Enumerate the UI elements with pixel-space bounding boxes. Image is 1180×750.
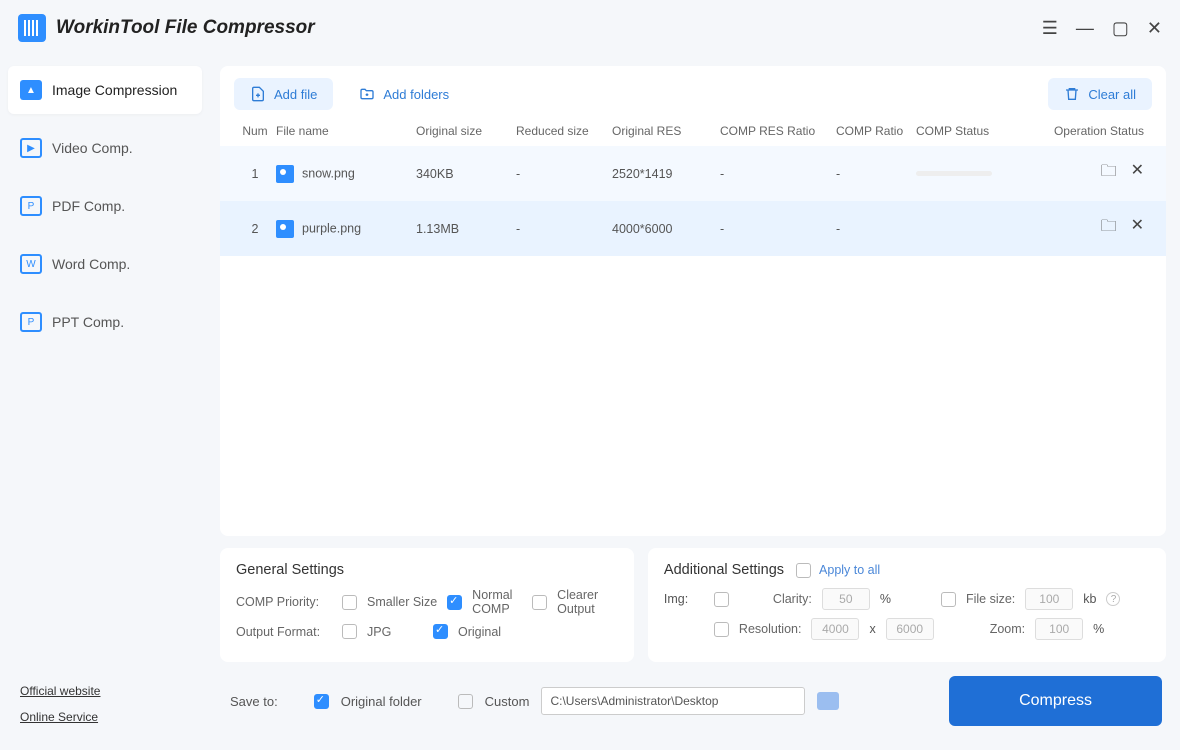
zoom-input[interactable] xyxy=(1035,618,1083,640)
sidebar-item-video-comp[interactable]: ▶ Video Comp. xyxy=(8,124,202,172)
open-folder-icon[interactable]: 🗀 xyxy=(1101,160,1117,187)
add-file-button[interactable]: Add file xyxy=(234,78,333,110)
remove-row-icon[interactable]: ✕ xyxy=(1131,160,1144,187)
save-path-input[interactable] xyxy=(541,687,805,715)
add-folders-button[interactable]: Add folders xyxy=(343,78,465,110)
table-row[interactable]: 1 snow.png 340KB - 2520*1419 - - 🗀✕ xyxy=(220,146,1166,201)
open-folder-icon[interactable]: 🗀 xyxy=(1101,215,1117,242)
add-file-icon xyxy=(250,86,266,102)
help-icon[interactable]: ? xyxy=(1106,592,1120,606)
maximize-icon[interactable]: ▢ xyxy=(1112,18,1129,39)
sidebar-item-ppt-comp[interactable]: P PPT Comp. xyxy=(8,298,202,346)
sidebar-item-label: PDF Comp. xyxy=(52,198,125,214)
remove-row-icon[interactable]: ✕ xyxy=(1131,215,1144,242)
window-controls: ☰ — ▢ ✕ xyxy=(1042,18,1162,39)
sidebar-item-label: Image Compression xyxy=(52,82,177,98)
browse-folder-icon[interactable] xyxy=(817,692,839,710)
video-icon: ▶ xyxy=(20,138,42,158)
filesize-checkbox[interactable] xyxy=(941,592,956,607)
sidebar-item-label: Video Comp. xyxy=(52,140,133,156)
sidebar-item-word-comp[interactable]: W Word Comp. xyxy=(8,240,202,288)
clearer-output-checkbox[interactable] xyxy=(532,595,547,610)
image-file-icon xyxy=(276,165,294,183)
image-file-icon xyxy=(276,220,294,238)
online-service-link[interactable]: Online Service xyxy=(20,710,190,724)
sidebar-item-image-compression[interactable]: ▲ Image Compression xyxy=(8,66,202,114)
clarity-input[interactable] xyxy=(822,588,870,610)
clear-all-button[interactable]: Clear all xyxy=(1048,78,1152,110)
compress-button[interactable]: Compress xyxy=(949,676,1162,726)
smaller-size-checkbox[interactable] xyxy=(342,595,357,610)
image-icon: ▲ xyxy=(20,80,42,100)
res-h-input[interactable] xyxy=(886,618,934,640)
sidebar-item-label: Word Comp. xyxy=(52,256,130,272)
filesize-input[interactable] xyxy=(1025,588,1073,610)
table-header: Num File name Original size Reduced size… xyxy=(220,116,1166,146)
normal-comp-checkbox[interactable] xyxy=(447,595,462,610)
res-w-input[interactable] xyxy=(811,618,859,640)
official-website-link[interactable]: Official website xyxy=(20,684,190,698)
custom-folder-checkbox[interactable] xyxy=(458,694,473,709)
add-folders-icon xyxy=(359,86,375,102)
sidebar: ▲ Image Compression ▶ Video Comp. P PDF … xyxy=(0,56,210,750)
trash-icon xyxy=(1064,86,1080,102)
original-format-checkbox[interactable] xyxy=(433,624,448,639)
general-settings-title: General Settings xyxy=(236,562,618,578)
menu-list-icon[interactable]: ☰ xyxy=(1042,18,1058,39)
general-settings-box: General Settings COMP Priority: Smaller … xyxy=(220,548,634,662)
jpg-checkbox[interactable] xyxy=(342,624,357,639)
apply-to-all-checkbox[interactable] xyxy=(796,563,811,578)
progress-bar xyxy=(916,171,992,176)
app-title: WorkinTool File Compressor xyxy=(56,17,315,39)
resolution-checkbox[interactable] xyxy=(714,622,729,637)
app-logo-icon xyxy=(18,14,46,42)
pdf-icon: P xyxy=(20,196,42,216)
save-to-row: Save to: Original folder Custom Compress xyxy=(220,662,1166,740)
original-folder-checkbox[interactable] xyxy=(314,694,329,709)
additional-settings-box: Additional Settings Apply to all Img: Cl… xyxy=(648,548,1166,662)
additional-settings-title: Additional Settings xyxy=(664,562,784,578)
img-checkbox[interactable] xyxy=(714,592,729,607)
ppt-icon: P xyxy=(20,312,42,332)
table-row[interactable]: 2 purple.png 1.13MB - 4000*6000 - - 🗀✕ xyxy=(220,201,1166,256)
main-panel: Add file Add folders Clear all Num File … xyxy=(220,66,1166,536)
titlebar: WorkinTool File Compressor ☰ — ▢ ✕ xyxy=(0,0,1180,56)
close-icon[interactable]: ✕ xyxy=(1147,18,1162,39)
minimize-icon[interactable]: — xyxy=(1076,18,1094,39)
sidebar-item-label: PPT Comp. xyxy=(52,314,124,330)
word-icon: W xyxy=(20,254,42,274)
sidebar-item-pdf-comp[interactable]: P PDF Comp. xyxy=(8,182,202,230)
